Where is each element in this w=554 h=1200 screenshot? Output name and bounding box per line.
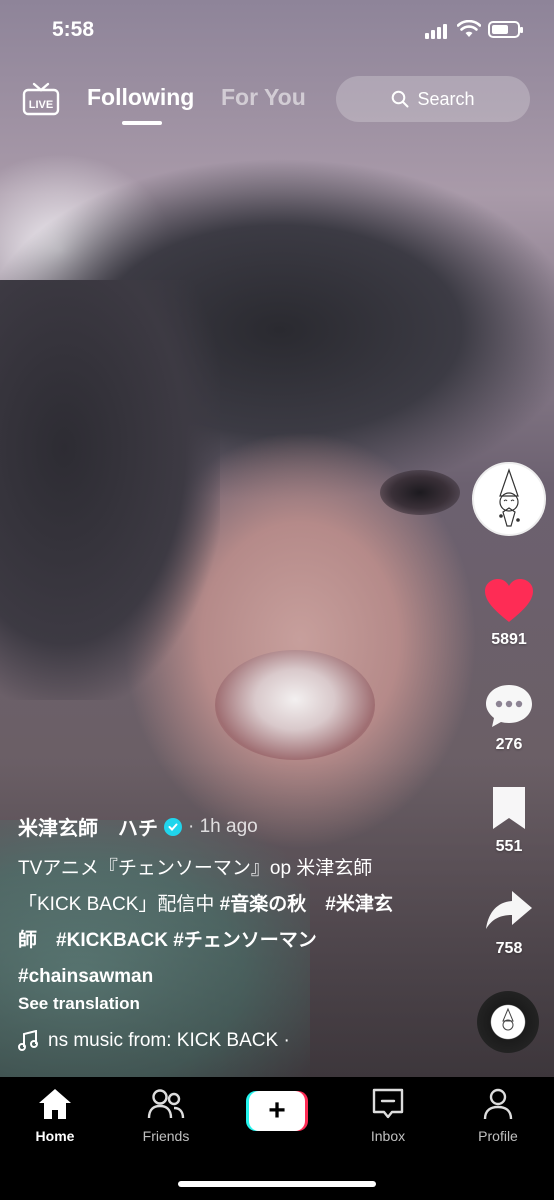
save-button[interactable]: 551: [478, 785, 540, 856]
nav-friends-label: Friends: [142, 1128, 190, 1144]
status-bar: 5:58: [0, 0, 554, 60]
search-icon: [392, 90, 409, 108]
nav-friends[interactable]: Friends: [121, 1087, 211, 1144]
post-time: · 1h ago: [188, 815, 258, 837]
nav-inbox-label: Inbox: [370, 1128, 406, 1144]
nav-profile[interactable]: Profile: [453, 1087, 543, 1144]
avatar-drawing: [499, 468, 520, 527]
disc-artwork: [502, 1007, 514, 1031]
creator-avatar[interactable]: [472, 462, 546, 536]
live-icon[interactable]: LIVE: [22, 80, 60, 116]
battery-icon: [488, 21, 523, 38]
creator-row[interactable]: 米津玄師 ハチ · 1h ago: [18, 812, 258, 841]
video-shape: [380, 470, 460, 515]
music-note-icon: [18, 1030, 38, 1051]
post-caption[interactable]: TVアニメ『チェンソーマン』op 米津玄師「KICK BACK」配信中 #音楽の…: [18, 851, 398, 995]
comment-count: 276: [495, 736, 523, 753]
caption-text: TVアニメ『チェンソーマン』op 米津玄師「KICK BACK」配信中: [18, 858, 373, 915]
music-disc[interactable]: [477, 991, 539, 1053]
hashtag[interactable]: #音楽の秋: [220, 894, 307, 915]
share-button[interactable]: 758: [478, 887, 540, 958]
tab-for-you[interactable]: For You: [221, 84, 306, 111]
friends-icon: [147, 1089, 185, 1119]
nav-profile-label: Profile: [478, 1128, 518, 1144]
music-row[interactable]: ns music from: KICK BACK ·: [18, 1030, 290, 1052]
hashtag[interactable]: #チェンソーマン: [173, 930, 317, 951]
music-title: ns music from: KICK BACK ·: [48, 1030, 290, 1051]
hashtag[interactable]: #KICKBACK: [56, 930, 168, 951]
share-icon: [486, 891, 532, 929]
video-shape: [215, 650, 375, 760]
tab-following[interactable]: Following: [87, 84, 194, 111]
see-translation-link[interactable]: See translation: [18, 994, 140, 1014]
comment-icon: [486, 685, 532, 727]
comment-button[interactable]: 276: [478, 683, 540, 754]
status-time: 5:58: [52, 18, 95, 41]
inbox-icon: [372, 1088, 404, 1119]
nav-home[interactable]: Home: [10, 1087, 100, 1144]
heart-icon: [485, 579, 533, 622]
live-label: LIVE: [29, 99, 53, 111]
home-indicator[interactable]: [178, 1181, 376, 1187]
share-count: 758: [495, 940, 523, 957]
nav-home-label: Home: [35, 1128, 75, 1144]
home-icon: [39, 1089, 71, 1119]
profile-icon: [483, 1088, 513, 1120]
save-count: 551: [495, 838, 523, 855]
video-shape: [0, 280, 220, 700]
active-tab-indicator: [122, 121, 162, 125]
bookmark-icon: [493, 787, 525, 829]
like-button[interactable]: 5891: [478, 578, 540, 649]
hashtag[interactable]: #chainsawman: [18, 966, 153, 987]
search-label: Search: [417, 88, 475, 109]
search-button[interactable]: Search: [336, 76, 530, 122]
plus-icon: +: [249, 1091, 305, 1131]
create-button[interactable]: +: [246, 1091, 308, 1131]
creator-username[interactable]: 米津玄師 ハチ: [18, 812, 158, 841]
nav-inbox[interactable]: Inbox: [343, 1087, 433, 1144]
like-count: 5891: [491, 631, 527, 648]
signal-icon: [425, 24, 447, 39]
wifi-icon: [457, 20, 481, 37]
verified-icon: [164, 817, 182, 836]
